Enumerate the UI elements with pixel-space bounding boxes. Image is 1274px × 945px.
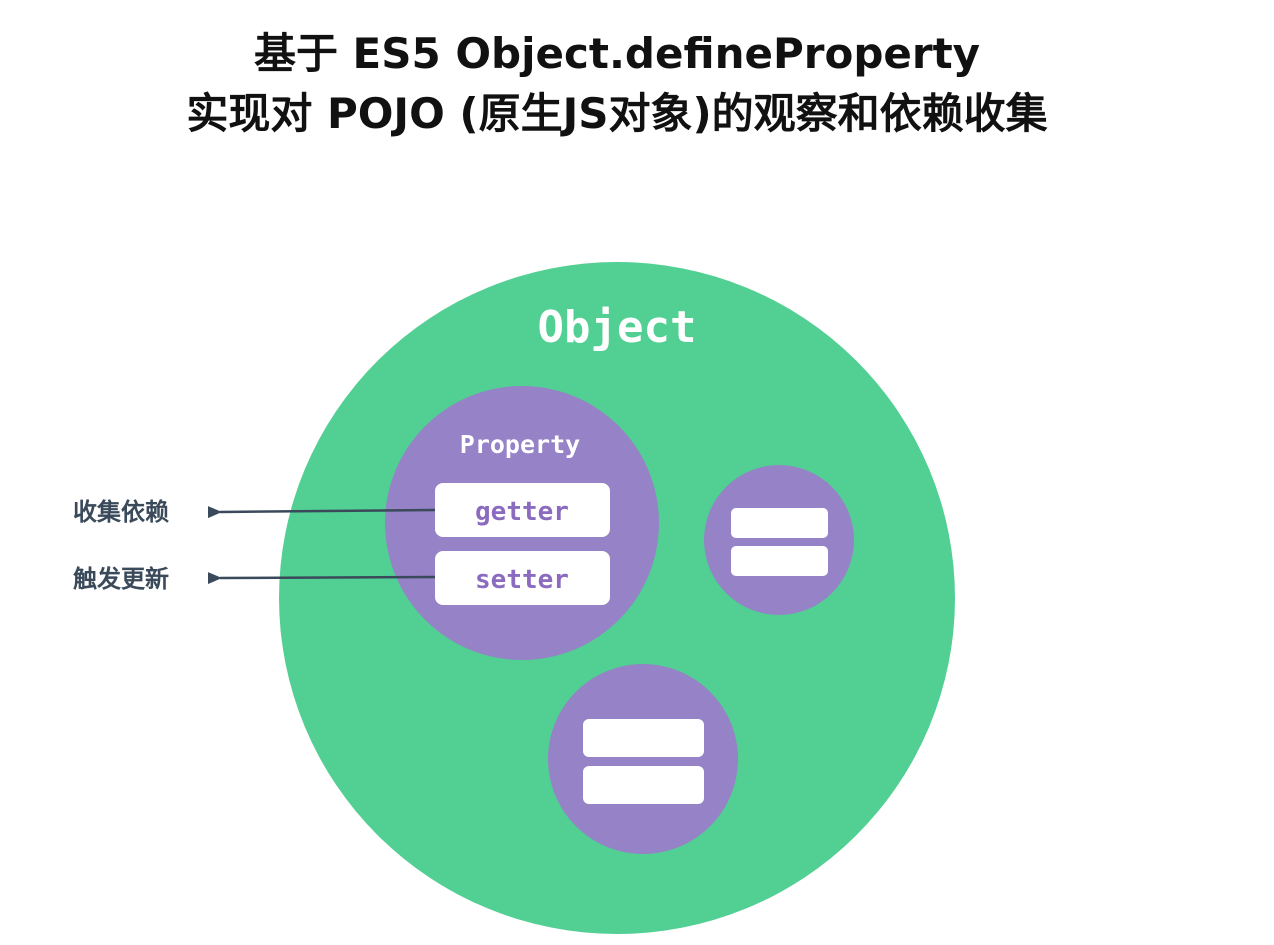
object-diagram: Object Property getter setter 收集依赖 触发更新 [73,262,955,934]
property-circle-2 [704,465,854,615]
property-3-box-top [583,719,704,757]
property-circle-3 [548,664,738,854]
trigger-arrow [207,572,436,585]
setter-label: setter [475,565,569,595]
property-2-box-top [731,508,828,538]
trigger-update-label: 触发更新 [73,565,169,593]
property-2-box-bottom [731,546,828,576]
object-label: Object [538,302,697,353]
property-3-box-bottom [583,766,704,804]
getter-label: getter [475,497,569,527]
property-label: Property [460,430,580,459]
collect-deps-label: 收集依赖 [73,498,169,526]
